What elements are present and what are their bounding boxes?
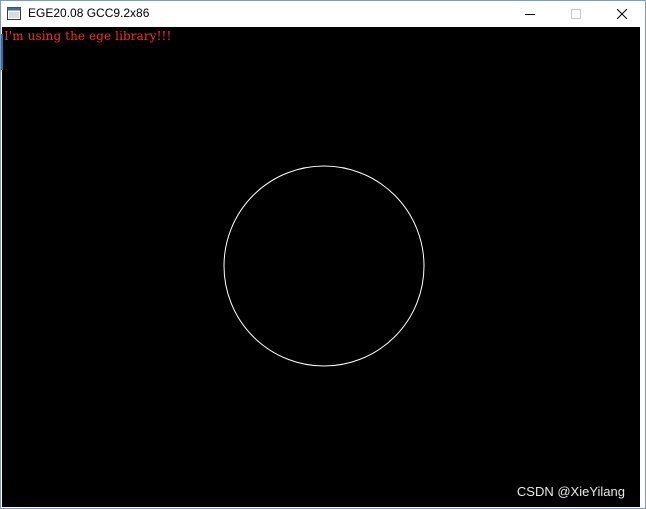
drawn-circle xyxy=(223,165,425,367)
app-window: EGE20.08 GCC9.2x86 I'm using the ege lib… xyxy=(0,0,646,509)
title-bar[interactable]: EGE20.08 GCC9.2x86 xyxy=(1,1,645,27)
window-left-edge-marker xyxy=(1,34,3,70)
maximize-button[interactable] xyxy=(553,1,599,27)
canvas-drawing xyxy=(223,165,425,367)
app-window-icon[interactable] xyxy=(7,7,21,20)
close-icon xyxy=(617,9,627,19)
minimize-button[interactable] xyxy=(507,1,553,27)
graphics-canvas[interactable]: I'm using the ege library!!! CSDN @XieYi… xyxy=(2,27,640,507)
window-title: EGE20.08 GCC9.2x86 xyxy=(28,6,150,20)
window-right-edge xyxy=(640,27,645,507)
maximize-icon xyxy=(571,9,581,19)
close-button[interactable] xyxy=(599,1,645,27)
minimize-icon xyxy=(525,14,535,15)
csdn-watermark: CSDN @XieYilang xyxy=(516,484,625,499)
